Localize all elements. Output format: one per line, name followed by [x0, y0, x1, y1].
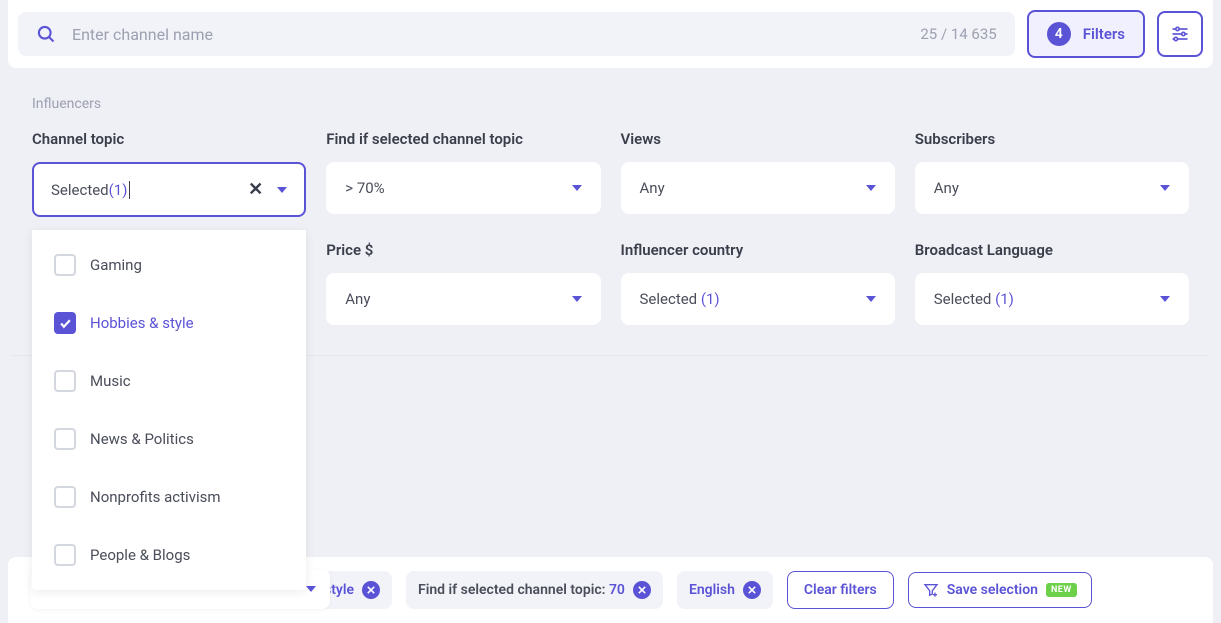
- menu-item-label: Gaming: [90, 256, 142, 274]
- chevron-down-icon: [572, 185, 582, 191]
- filter-label: Influencer country: [621, 241, 895, 259]
- save-label: Save selection: [947, 582, 1038, 598]
- checkbox[interactable]: [54, 312, 76, 334]
- filter-language: Broadcast Language Selected (1): [915, 241, 1189, 325]
- channel-topic-dropdown[interactable]: Selected (1) ✕: [32, 162, 306, 217]
- text-cursor: [129, 181, 130, 199]
- menu-item[interactable]: Music: [32, 352, 306, 410]
- filter-label: Views: [621, 130, 895, 148]
- menu-item[interactable]: News & Politics: [32, 410, 306, 468]
- section-title: Influencers: [32, 96, 1221, 112]
- chip-value: English: [689, 582, 735, 598]
- clear-icon[interactable]: ✕: [248, 179, 263, 200]
- menu-item[interactable]: People & Blogs: [32, 526, 306, 584]
- dropdown-value: > 70%: [345, 179, 384, 197]
- sliders-icon: [1170, 24, 1190, 44]
- filter-find-if: Find if selected channel topic > 70%: [326, 130, 600, 217]
- price-dropdown[interactable]: Any: [326, 273, 600, 325]
- filter-label: Price $: [326, 241, 600, 259]
- filters-button[interactable]: 4 Filters: [1027, 10, 1145, 58]
- chip-close-icon[interactable]: [362, 581, 380, 599]
- chevron-down-icon: [1160, 296, 1170, 302]
- chevron-down-icon: [277, 187, 287, 193]
- chip-close-icon[interactable]: [743, 581, 761, 599]
- checkbox[interactable]: [54, 370, 76, 392]
- selected-count: (1): [995, 290, 1014, 308]
- views-dropdown[interactable]: Any: [621, 162, 895, 214]
- search-icon: [36, 24, 56, 44]
- save-selection-button[interactable]: Save selection NEW: [908, 572, 1092, 608]
- chevron-down-icon: [572, 296, 582, 302]
- filters-label: Filters: [1083, 25, 1125, 43]
- chip-value: 70: [609, 582, 625, 598]
- find-if-dropdown[interactable]: > 70%: [326, 162, 600, 214]
- checkbox[interactable]: [54, 486, 76, 508]
- menu-item[interactable]: Gaming: [32, 236, 306, 294]
- menu-item-label: Hobbies & style: [90, 314, 194, 332]
- chevron-down-icon: [866, 185, 876, 191]
- menu-item-label: People & Blogs: [90, 546, 190, 564]
- checkbox[interactable]: [54, 544, 76, 566]
- country-dropdown[interactable]: Selected (1): [621, 273, 895, 325]
- selected-text: Selected: [934, 290, 995, 308]
- filter-label: Channel topic: [32, 130, 306, 148]
- chip-close-icon[interactable]: [633, 581, 651, 599]
- selected-count: (1): [701, 290, 720, 308]
- chevron-down-icon: [306, 586, 316, 592]
- subscribers-dropdown[interactable]: Any: [915, 162, 1189, 214]
- menu-item-label: News & Politics: [90, 430, 194, 448]
- filters-count-badge: 4: [1047, 22, 1071, 46]
- dropdown-value: Any: [934, 179, 959, 197]
- filter-label: Subscribers: [915, 130, 1189, 148]
- selected-count: (1): [109, 181, 128, 199]
- checkbox[interactable]: [54, 254, 76, 276]
- search-input[interactable]: [72, 25, 920, 44]
- menu-item[interactable]: Hobbies & style: [32, 294, 306, 352]
- search-result-count: 25 / 14 635: [920, 25, 996, 43]
- clear-filters-button[interactable]: Clear filters: [787, 571, 894, 609]
- chevron-down-icon: [866, 296, 876, 302]
- dropdown-value: Any: [640, 179, 665, 197]
- language-dropdown[interactable]: Selected (1): [915, 273, 1189, 325]
- checkbox[interactable]: [54, 428, 76, 450]
- filter-views: Views Any: [621, 130, 895, 217]
- dropdown-value: Any: [345, 290, 370, 308]
- settings-button[interactable]: [1157, 11, 1203, 57]
- selected-text: Selected: [51, 181, 109, 199]
- menu-item[interactable]: Nonprofits activism: [32, 468, 306, 526]
- filter-chip-findif: Find if selected channel topic: 70: [406, 571, 663, 609]
- menu-item-label: Nonprofits activism: [90, 488, 221, 506]
- top-bar: 25 / 14 635 4 Filters: [8, 0, 1213, 68]
- filter-price: Price $ Any: [326, 241, 600, 325]
- search-container: 25 / 14 635: [18, 12, 1015, 56]
- channel-topic-menu[interactable]: Gaming Hobbies & style Music News & Politic…: [32, 230, 306, 590]
- filter-country: Influencer country Selected (1): [621, 241, 895, 325]
- filter-subscribers: Subscribers Any: [915, 130, 1189, 217]
- chip-label: Find if selected channel topic:: [418, 582, 609, 598]
- new-badge: NEW: [1046, 583, 1077, 597]
- filter-channel-topic: Channel topic Selected (1) ✕: [32, 130, 306, 217]
- menu-item-label: Music: [90, 372, 131, 390]
- filter-label: Broadcast Language: [915, 241, 1189, 259]
- filter-icon: [923, 582, 939, 598]
- filter-chip-english: English: [677, 571, 773, 609]
- selected-text: Selected: [640, 290, 701, 308]
- chevron-down-icon: [1160, 185, 1170, 191]
- filter-label: Find if selected channel topic: [326, 130, 600, 148]
